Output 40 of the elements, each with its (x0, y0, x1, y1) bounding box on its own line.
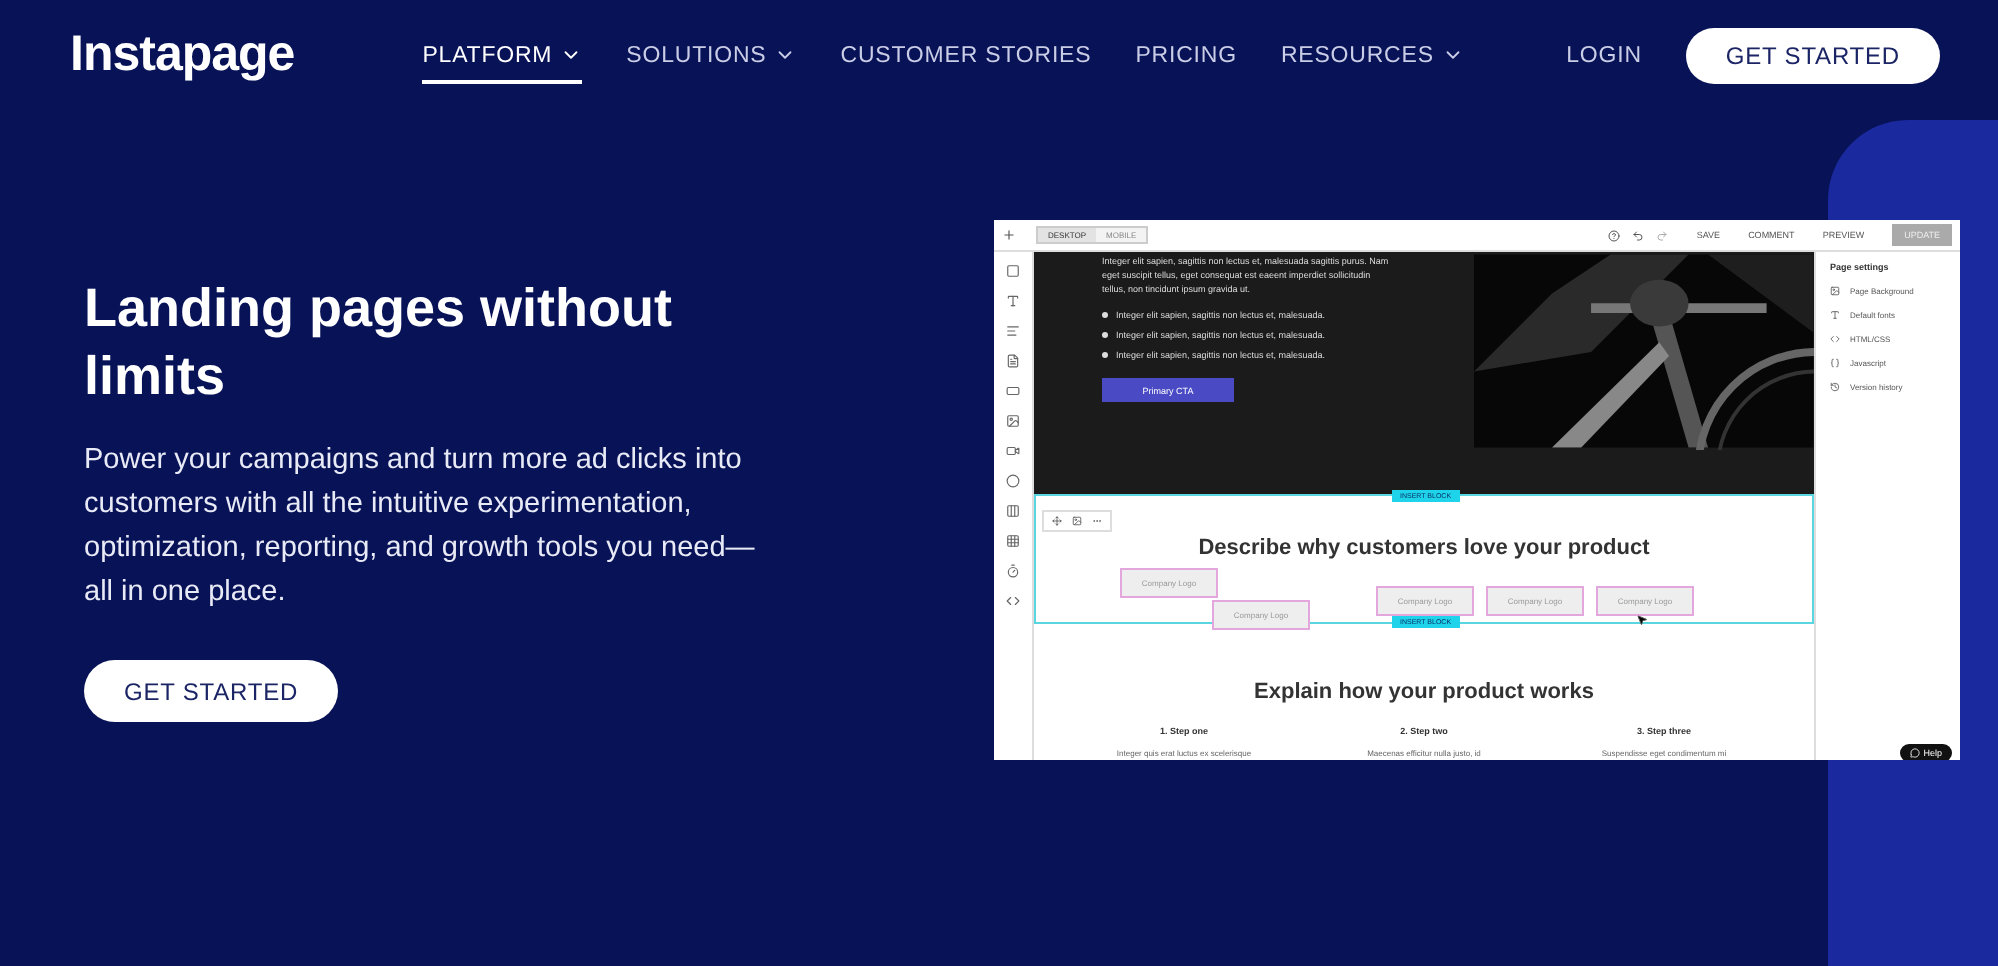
circle-icon[interactable] (1006, 474, 1020, 488)
undo-icon[interactable] (1632, 229, 1645, 241)
section-heading: Describe why customers love your product (1196, 536, 1652, 560)
braces-icon (1830, 358, 1840, 368)
bullet-icon (1102, 312, 1108, 318)
text-icon[interactable] (1006, 294, 1020, 308)
login-link[interactable]: LOGIN (1566, 43, 1642, 67)
image-icon[interactable] (1006, 414, 1020, 428)
columns-icon[interactable] (1006, 504, 1020, 518)
nav-link[interactable]: PLATFORM (422, 31, 583, 83)
square-icon[interactable] (1006, 264, 1020, 278)
chat-icon (1909, 748, 1920, 758)
grid-icon[interactable] (1006, 534, 1020, 548)
text-icon (1830, 310, 1840, 320)
timer-icon[interactable] (1006, 564, 1020, 578)
get-started-button[interactable]: GET STARTED (84, 660, 339, 722)
image-icon[interactable] (1072, 516, 1082, 526)
bullet-icon (1102, 352, 1108, 358)
hero-title: Landing pages without limits (84, 276, 674, 410)
paragraph-icon[interactable] (1006, 324, 1020, 338)
nav-link[interactable]: RESOURCES (1280, 31, 1464, 83)
get-started-button[interactable]: GET STARTED (1685, 27, 1940, 83)
code-icon (1830, 334, 1840, 344)
video-icon[interactable] (1006, 444, 1020, 458)
bullet-icon (1102, 332, 1108, 338)
hero-text: Power your campaigns and turn more ad clicks into customers with all the intuitive experimentation, optimization, reporting, and growth tools you need—all in one place. (84, 442, 757, 612)
help-icon[interactable] (1608, 229, 1621, 241)
cursor-icon (1636, 614, 1648, 626)
section-heading: Explain how your product works (1252, 680, 1596, 704)
code-icon[interactable] (1006, 594, 1020, 608)
plus-icon[interactable] (1002, 228, 1016, 242)
rectangle-icon[interactable] (1006, 384, 1020, 398)
logo[interactable]: Instapage (70, 26, 295, 84)
nav-link[interactable]: SOLUTIONS (626, 31, 797, 83)
nav-link[interactable]: CUSTOMER STORIES (840, 31, 1092, 83)
document-icon[interactable] (1006, 354, 1020, 368)
image-icon (1830, 286, 1840, 296)
nav-link[interactable]: PRICING (1135, 31, 1237, 83)
move-icon[interactable] (1052, 516, 1062, 526)
clock-icon (1830, 382, 1840, 392)
